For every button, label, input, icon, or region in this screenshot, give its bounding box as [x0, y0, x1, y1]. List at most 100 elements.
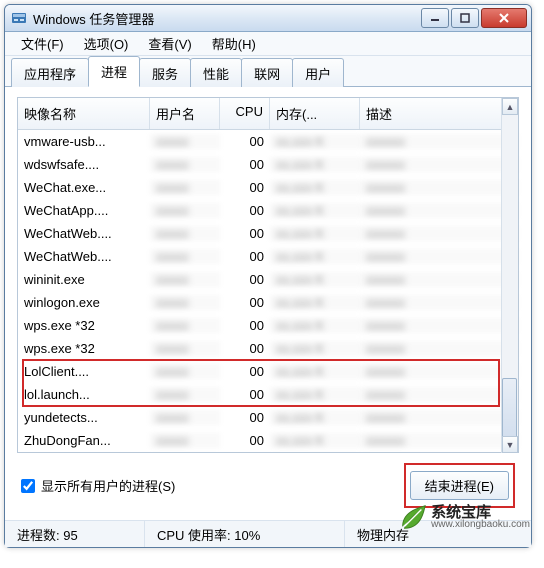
cell-user: xxxxx: [150, 203, 220, 218]
cell-memory: xx,xxx K: [270, 341, 360, 356]
cell-cpu: 00: [220, 272, 270, 287]
cell-user: xxxxx: [150, 364, 220, 379]
process-list: 映像名称 用户名 CPU 内存(... 描述 vmware-usb...xxxx…: [17, 97, 519, 453]
cell-image-name: yundetects...: [18, 410, 150, 425]
menu-view[interactable]: 查看(V): [138, 32, 201, 55]
cell-description: xxxxxx: [360, 364, 518, 379]
menu-file[interactable]: 文件(F): [11, 32, 74, 55]
tab-networking[interactable]: 联网: [241, 58, 293, 87]
end-process-button[interactable]: 结束进程(E): [410, 471, 509, 500]
cell-image-name: LolClient....: [18, 364, 150, 379]
cell-image-name: lol.launch...: [18, 387, 150, 402]
table-row[interactable]: WeChat.exe...xxxxx00xx,xxx Kxxxxxx: [18, 176, 518, 199]
window-title: Windows 任务管理器: [33, 9, 419, 28]
table-row[interactable]: vmware-usb...xxxxx00xx,xxx Kxxxxxx: [18, 130, 518, 153]
menubar: 文件(F) 选项(O) 查看(V) 帮助(H): [5, 32, 531, 56]
app-icon: [11, 10, 27, 26]
cell-memory: xx,xxx K: [270, 433, 360, 448]
cell-cpu: 00: [220, 387, 270, 402]
tab-services[interactable]: 服务: [139, 58, 191, 87]
cell-cpu: 00: [220, 134, 270, 149]
cell-description: xxxxxx: [360, 341, 518, 356]
cell-description: xxxxxx: [360, 180, 518, 195]
scroll-up-button[interactable]: ▲: [502, 98, 518, 115]
table-row[interactable]: wps.exe *32xxxxx00xx,xxx Kxxxxxx: [18, 337, 518, 360]
cell-user: xxxxx: [150, 410, 220, 425]
watermark: 系统宝库 www.xilongbaoku.com: [397, 502, 530, 532]
maximize-button[interactable]: [451, 8, 479, 28]
cell-description: xxxxxx: [360, 134, 518, 149]
cell-image-name: wps.exe *32: [18, 341, 150, 356]
tab-users[interactable]: 用户: [292, 58, 344, 87]
col-description[interactable]: 描述: [360, 98, 518, 129]
table-row[interactable]: WeChatApp....xxxxx00xx,xxx Kxxxxxx: [18, 199, 518, 222]
cell-cpu: 00: [220, 203, 270, 218]
cell-description: xxxxxx: [360, 249, 518, 264]
status-cpu-usage: CPU 使用率: 10%: [145, 521, 345, 547]
cell-image-name: wdswfsafe....: [18, 157, 150, 172]
cell-description: xxxxxx: [360, 226, 518, 241]
table-row[interactable]: wdswfsafe....xxxxx00xx,xxx Kxxxxxx: [18, 153, 518, 176]
cell-memory: xx,xxx K: [270, 295, 360, 310]
cell-description: xxxxxx: [360, 387, 518, 402]
cell-cpu: 00: [220, 180, 270, 195]
cell-cpu: 00: [220, 295, 270, 310]
cell-memory: xx,xxx K: [270, 410, 360, 425]
processes-panel: 映像名称 用户名 CPU 内存(... 描述 vmware-usb...xxxx…: [5, 86, 531, 520]
col-memory[interactable]: 内存(...: [270, 98, 360, 129]
table-row[interactable]: ZhuDongFan...xxxxx00xx,xxx Kxxxxxx: [18, 429, 518, 452]
show-all-users-checkbox[interactable]: 显示所有用户的进程(S): [21, 476, 175, 495]
cell-user: xxxxx: [150, 295, 220, 310]
cell-memory: xx,xxx K: [270, 226, 360, 241]
table-row[interactable]: LolClient....xxxxx00xx,xxx Kxxxxxx: [18, 360, 518, 383]
table-row[interactable]: WeChatWeb....xxxxx00xx,xxx Kxxxxxx: [18, 245, 518, 268]
minimize-button[interactable]: [421, 8, 449, 28]
cell-cpu: 00: [220, 157, 270, 172]
table-row[interactable]: WeChatWeb....xxxxx00xx,xxx Kxxxxxx: [18, 222, 518, 245]
vertical-scrollbar[interactable]: ▲ ▼: [501, 98, 518, 453]
cell-user: xxxxx: [150, 226, 220, 241]
col-image-name[interactable]: 映像名称: [18, 98, 150, 129]
menu-help[interactable]: 帮助(H): [202, 32, 266, 55]
cell-image-name: winlogon.exe: [18, 295, 150, 310]
cell-description: xxxxxx: [360, 318, 518, 333]
cell-image-name: WeChatWeb....: [18, 249, 150, 264]
cell-memory: xx,xxx K: [270, 203, 360, 218]
scroll-down-button[interactable]: ▼: [502, 436, 518, 453]
task-manager-window: Windows 任务管理器 文件(F) 选项(O) 查看(V) 帮助(H) 应用…: [4, 4, 532, 548]
menu-options[interactable]: 选项(O): [74, 32, 139, 55]
cell-cpu: 00: [220, 249, 270, 264]
watermark-text: 系统宝库 www.xilongbaoku.com: [431, 505, 530, 530]
cell-cpu: 00: [220, 318, 270, 333]
cell-description: xxxxxx: [360, 295, 518, 310]
close-button[interactable]: [481, 8, 527, 28]
tab-processes[interactable]: 进程: [88, 56, 140, 87]
cell-description: xxxxxx: [360, 433, 518, 448]
cell-image-name: vmware-usb...: [18, 134, 150, 149]
cell-user: xxxxx: [150, 134, 220, 149]
col-user-name[interactable]: 用户名: [150, 98, 220, 129]
table-row[interactable]: lol.launch...xxxxx00xx,xxx Kxxxxxx: [18, 383, 518, 406]
cell-user: xxxxx: [150, 387, 220, 402]
tab-performance[interactable]: 性能: [190, 58, 242, 87]
table-row[interactable]: winlogon.exexxxxx00xx,xxx Kxxxxxx: [18, 291, 518, 314]
table-row[interactable]: wps.exe *32xxxxx00xx,xxx Kxxxxxx: [18, 314, 518, 337]
cell-memory: xx,xxx K: [270, 272, 360, 287]
cell-description: xxxxxx: [360, 157, 518, 172]
cell-image-name: WeChatApp....: [18, 203, 150, 218]
table-row[interactable]: yundetects...xxxxx00xx,xxx Kxxxxxx: [18, 406, 518, 429]
col-cpu[interactable]: CPU: [220, 98, 270, 129]
show-all-users-input[interactable]: [21, 479, 35, 493]
cell-memory: xx,xxx K: [270, 249, 360, 264]
tab-applications[interactable]: 应用程序: [11, 58, 89, 87]
cell-user: xxxxx: [150, 341, 220, 356]
table-row[interactable]: wininit.exexxxxx00xx,xxx Kxxxxxx: [18, 268, 518, 291]
cell-user: xxxxx: [150, 180, 220, 195]
cell-cpu: 00: [220, 341, 270, 356]
cell-image-name: wps.exe *32: [18, 318, 150, 333]
tabstrip: 应用程序 进程 服务 性能 联网 用户: [5, 56, 531, 86]
watermark-leaf-icon: [397, 502, 427, 532]
cell-user: xxxxx: [150, 249, 220, 264]
cell-memory: xx,xxx K: [270, 180, 360, 195]
cell-description: xxxxxx: [360, 410, 518, 425]
